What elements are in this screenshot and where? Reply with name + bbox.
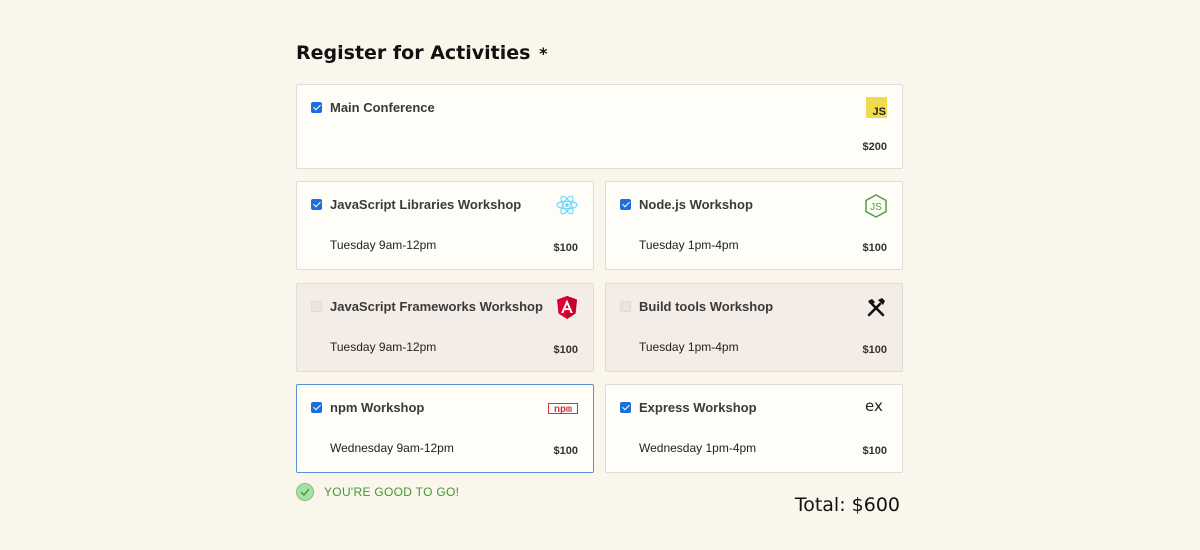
activity-time: Tuesday 1pm-4pm (639, 340, 739, 354)
activity-price: $100 (553, 344, 578, 356)
status-text: YOU'RE GOOD TO GO! (324, 485, 460, 499)
checkbox-js-libraries[interactable] (311, 199, 322, 210)
form-title: Register for Activities * (296, 38, 903, 68)
express-icon: ex (865, 397, 887, 419)
angular-icon (556, 296, 578, 325)
activity-time: Tuesday 1pm-4pm (639, 238, 739, 252)
required-mark: * (539, 44, 548, 63)
activity-price: $100 (862, 445, 887, 457)
activity-time: Tuesday 9am-12pm (330, 340, 437, 354)
javascript-icon: JS (866, 97, 887, 123)
activity-time: Wednesday 1pm-4pm (639, 441, 757, 455)
svg-text:JS: JS (873, 106, 886, 118)
activity-card-main-conference[interactable]: Main Conference JS $200 (296, 84, 903, 169)
checkbox-main-conference[interactable] (311, 102, 322, 113)
total-cost: Total: $600 (794, 494, 900, 516)
svg-text:npm: npm (554, 405, 572, 415)
activity-name: Main Conference (330, 100, 435, 115)
tools-icon (865, 296, 887, 323)
npm-icon: npm (548, 402, 578, 420)
activity-name: Express Workshop (639, 400, 757, 415)
checkbox-js-frameworks (311, 301, 322, 312)
react-icon (556, 194, 578, 221)
activities-form: Register for Activities * Main Conferenc… (296, 38, 903, 516)
activity-price: $100 (862, 344, 887, 356)
activity-time: Wednesday 9am-12pm (330, 441, 454, 455)
svg-text:ex: ex (865, 398, 883, 414)
checkbox-build-tools (620, 301, 631, 312)
svg-text:JS: JS (870, 202, 882, 213)
activity-card-js-frameworks: JavaScript Frameworks Workshop Tuesday 9… (296, 283, 594, 372)
activity-card-build-tools: Build tools Workshop Tuesday 1pm-4pm $10… (605, 283, 903, 372)
activity-card-nodejs[interactable]: Node.js Workshop JS Tuesday 1pm-4pm $100 (605, 181, 903, 270)
activity-price: $100 (862, 242, 887, 254)
status-message: YOU'RE GOOD TO GO! (296, 482, 459, 502)
activity-name: JavaScript Libraries Workshop (330, 197, 522, 212)
check-circle-icon (296, 483, 314, 501)
activity-time: Tuesday 9am-12pm (330, 238, 437, 252)
checkbox-npm[interactable] (311, 402, 322, 413)
checkbox-nodejs[interactable] (620, 199, 631, 210)
form-title-text: Register for Activities (296, 42, 531, 64)
checkbox-express[interactable] (620, 402, 631, 413)
activity-price: $100 (553, 242, 578, 254)
activity-card-express[interactable]: Express Workshop ex Wednesday 1pm-4pm $1… (605, 384, 903, 473)
activity-name: JavaScript Frameworks Workshop (330, 299, 543, 314)
activity-price: $200 (862, 141, 887, 153)
activity-price: $100 (553, 445, 578, 457)
activity-card-js-libraries[interactable]: JavaScript Libraries Workshop Tuesday 9a… (296, 181, 594, 270)
activity-card-npm[interactable]: npm Workshop npm Wednesday 9am-12pm $100 (296, 384, 594, 473)
nodejs-icon: JS (865, 194, 887, 223)
activity-name: Node.js Workshop (639, 197, 753, 212)
activity-name: npm Workshop (330, 400, 425, 415)
activity-name: Build tools Workshop (639, 299, 774, 314)
